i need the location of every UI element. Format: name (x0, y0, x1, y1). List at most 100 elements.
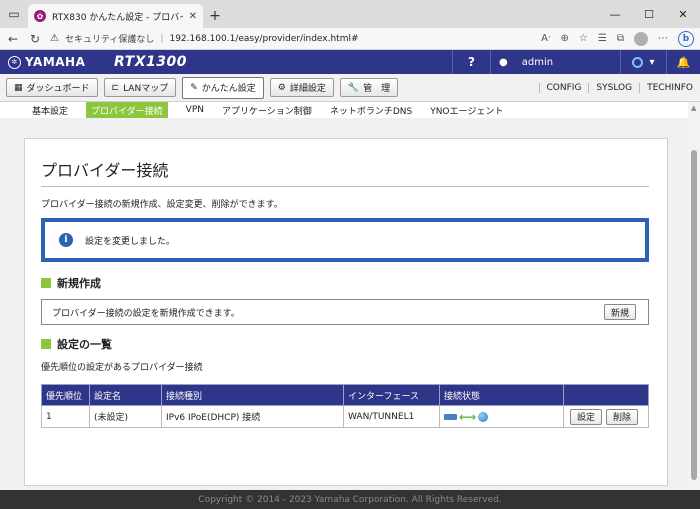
profile-avatar[interactable] (634, 31, 648, 46)
cell-interface: WAN/TUNNEL1 (343, 405, 440, 428)
yamaha-favicon-icon: ✿ (34, 10, 46, 22)
globe-icon (478, 411, 489, 422)
wrench-icon: 🔧 (347, 82, 360, 93)
status-ring-icon (632, 56, 644, 68)
techinfo-link[interactable]: TECHINFO (639, 82, 700, 93)
col-interface: インターフェース (343, 384, 440, 406)
maximize-icon[interactable]: ☐ (632, 0, 666, 28)
list-subtitle: 優先順位の設定があるプロバイダー接続 (41, 363, 203, 373)
menu-easy-setting[interactable]: ✎ かんたん設定 (182, 76, 264, 99)
minimize-icon[interactable]: — (598, 0, 632, 28)
notification-bell-icon[interactable]: 🔔 (666, 50, 700, 74)
favorite-icon[interactable]: ☆ (579, 33, 588, 44)
edit-button[interactable]: 設定 (570, 408, 603, 425)
gear-icon: ⚙ (277, 82, 286, 93)
provider-panel: プロバイダー接続 プロバイダー接続の新規作成、設定変更、削除ができます。 i 設… (24, 138, 668, 486)
delete-button[interactable]: 削除 (606, 408, 639, 425)
router-header: ✲ YAMAHA RTX1300 ? ● admin ▾ 🔔 (0, 50, 700, 74)
browser-tab[interactable]: ✿ RTX830 かんたん設定 - プロバイダー接 ✕ (28, 4, 203, 28)
cell-priority: 1 (41, 405, 90, 428)
col-priority: 優先順位 (41, 384, 90, 406)
menu-dashboard[interactable]: ▦ ダッシュボード (6, 78, 98, 97)
menu-label: 管 理 (363, 84, 391, 94)
menu-right-links: CONFIG SYSLOG TECHINFO (538, 74, 700, 101)
col-type: 接続種別 (161, 384, 344, 406)
reload-icon[interactable]: ↻ (28, 32, 42, 46)
zoom-icon[interactable]: ⊕ (561, 33, 569, 44)
submenu-app-control[interactable]: アプリケーション制御 (222, 104, 312, 117)
main-menu: ▦ ダッシュボード ⊏ LANマップ ✎ かんたん設定 ⚙ 詳細設定 🔧 管 理… (0, 74, 700, 102)
url-text: 192.168.100.1/easy/provider/index.html# (169, 33, 359, 44)
section-title: 設定の一覧 (57, 338, 112, 351)
favorites-list-icon[interactable]: ☰ (598, 33, 607, 44)
menu-lanmap[interactable]: ⊏ LANマップ (103, 78, 177, 97)
yamaha-emblem-icon: ✲ (8, 55, 21, 69)
status-menu[interactable]: ▾ (620, 50, 666, 74)
page-title: プロバイダー接続 (41, 161, 169, 180)
menu-label: LANマップ (123, 84, 169, 94)
new-tab-icon[interactable]: + (203, 4, 227, 28)
warning-icon: ⚠ (50, 33, 59, 44)
section-list: 設定の一覧 (41, 336, 112, 352)
info-icon: i (59, 233, 73, 247)
cell-type: IPv6 IPoE(DHCP) 接続 (161, 405, 344, 428)
more-icon[interactable]: ⋯ (658, 33, 668, 44)
dashboard-icon: ▦ (14, 82, 23, 93)
scrollbar[interactable]: ▲ (688, 102, 700, 490)
model-name: RTX1300 (114, 54, 187, 70)
close-tab-icon[interactable]: ✕ (189, 11, 197, 22)
menu-label: ダッシュボード (26, 84, 90, 94)
user-name: admin (521, 56, 554, 68)
new-button[interactable]: 新規 (603, 304, 636, 320)
read-aloud-icon[interactable]: Aᐧ (541, 33, 550, 44)
browser-tab-bar: ▭ ✿ RTX830 かんたん設定 - プロバイダー接 ✕ + — ☐ ✕ (0, 0, 700, 28)
section-title: 新規作成 (57, 277, 101, 290)
new-create-box: プロバイダー接続の設定を新規作成できます。 新規 (41, 299, 649, 325)
config-link[interactable]: CONFIG (538, 82, 589, 93)
col-name: 設定名 (89, 384, 162, 406)
submenu-vpn[interactable]: VPN (186, 105, 204, 115)
chevron-down-icon: ▾ (649, 56, 655, 68)
new-create-text: プロバイダー接続の設定を新規作成できます。 (52, 308, 240, 319)
section-marker (41, 278, 51, 288)
page-description: プロバイダー接続の新規作成、設定変更、削除ができます。 (41, 200, 283, 210)
yamaha-logo: ✲ YAMAHA (0, 55, 110, 69)
syslog-link[interactable]: SYSLOG (588, 82, 639, 93)
divider: | (160, 33, 164, 44)
submenu-provider[interactable]: プロバイダー接続 (86, 102, 168, 118)
submenu-netvolante[interactable]: ネットボランチDNS (330, 104, 412, 117)
brand-name: YAMAHA (25, 55, 86, 69)
provider-table: 優先順位 設定名 接続種別 インターフェース 接続状態 1 (未設定) IPv6… (41, 384, 649, 428)
sub-menu: 基本設定 プロバイダー接続 VPN アプリケーション制御 ネットボランチDNS … (0, 102, 688, 118)
submenu-yno[interactable]: YNOエージェント (430, 104, 503, 117)
scroll-up-icon[interactable]: ▲ (691, 104, 696, 112)
user-icon: ● (499, 56, 508, 68)
menu-management[interactable]: 🔧 管 理 (339, 78, 399, 97)
bidirectional-arrow-icon: ⟷ (459, 409, 477, 424)
window-menu-icon[interactable]: ▭ (0, 0, 28, 28)
back-icon[interactable]: ← (6, 32, 20, 46)
router-icon (444, 413, 457, 420)
address-bar: ← ↻ ⚠ セキュリティ保護なし | 192.168.100.1/easy/pr… (0, 28, 700, 50)
col-actions (563, 384, 649, 406)
help-button[interactable]: ? (452, 50, 490, 74)
section-marker (41, 339, 51, 349)
user-menu[interactable]: ● admin (490, 50, 620, 74)
table-header-row: 優先順位 設定名 接続種別 インターフェース 接続状態 (41, 384, 649, 406)
scroll-thumb[interactable] (691, 150, 697, 480)
notice-text: 設定を変更しました。 (85, 236, 176, 247)
title-divider (41, 186, 649, 187)
close-icon[interactable]: ✕ (666, 0, 700, 28)
security-label: セキュリティ保護なし (64, 35, 155, 45)
menu-advanced[interactable]: ⚙ 詳細設定 (269, 78, 334, 97)
cell-status: ⟷ (439, 405, 564, 428)
collections-icon[interactable]: ⧉ (617, 33, 624, 44)
easy-setting-icon: ✎ (190, 82, 198, 93)
bing-icon[interactable]: b (678, 30, 694, 47)
col-status: 接続状態 (439, 384, 564, 406)
submenu-basic[interactable]: 基本設定 (32, 104, 68, 117)
lanmap-icon: ⊏ (111, 82, 120, 93)
table-row: 1 (未設定) IPv6 IPoE(DHCP) 接続 WAN/TUNNEL1 ⟷… (41, 405, 649, 428)
footer-copyright: Copyright © 2014 - 2023 Yamaha Corporati… (0, 490, 700, 509)
url-field[interactable]: ⚠ セキュリティ保護なし | 192.168.100.1/easy/provid… (50, 30, 533, 48)
